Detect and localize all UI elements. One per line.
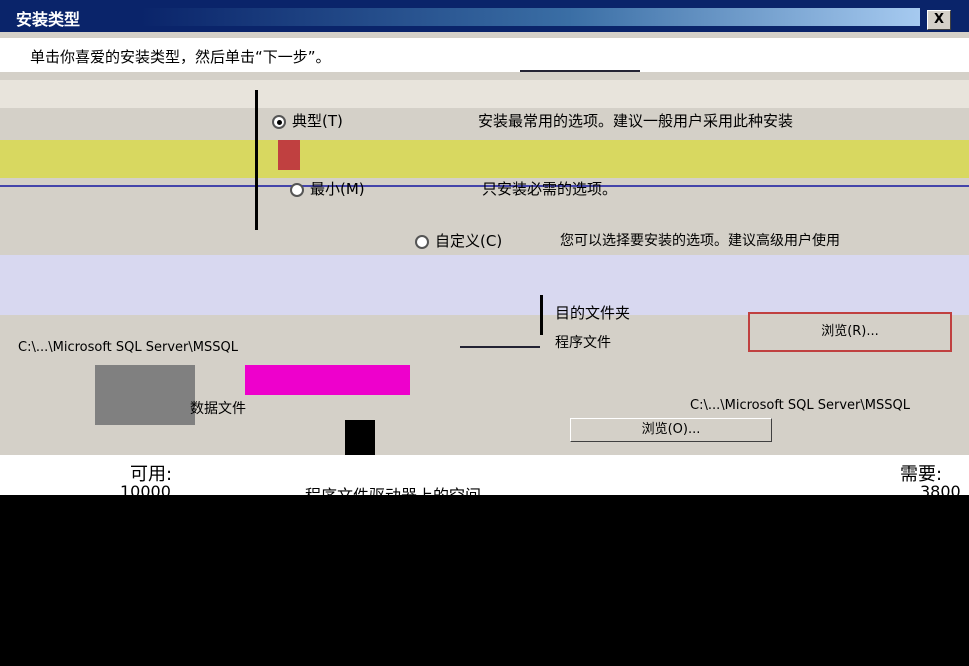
option-custom[interactable]: 自定义(C) [415, 230, 502, 251]
option-custom-desc: 您可以选择要安装的选项。建议高级用户使用 [560, 233, 840, 249]
instruction-text: 单击你喜爱的安装类型，然后单击“下一步”。 [30, 48, 331, 66]
separator [520, 70, 640, 72]
group-border [540, 295, 543, 335]
band [0, 80, 969, 108]
data-files-path: C:\...\Microsoft SQL Server\MSSQL [690, 398, 910, 413]
radio-minimum[interactable] [290, 182, 304, 197]
option-minimum-label: 最小(M) [310, 180, 365, 198]
group-border [255, 90, 258, 230]
accent-block [278, 140, 300, 170]
separator [460, 346, 540, 348]
destination-group-label: 目的文件夹 [555, 304, 631, 322]
radio-custom[interactable] [415, 234, 429, 249]
lavender-band [0, 255, 969, 315]
program-files-label: 程序文件 [555, 335, 611, 351]
data-files-label: 数据文件 [190, 401, 246, 417]
gray-block [95, 365, 195, 425]
option-typical[interactable]: 典型(T) [272, 110, 343, 131]
option-typical-desc: 安装最常用的选项。建议一般用户采用此种安装 [478, 112, 794, 130]
option-typical-label: 典型(T) [292, 112, 343, 130]
dark-block [345, 420, 375, 460]
window-title: 安装类型 [16, 10, 81, 29]
occluded-region [0, 495, 969, 666]
title-bar-gradient [140, 8, 920, 26]
browse-program-button[interactable]: 浏览(R)... [748, 312, 952, 352]
browse-data-button[interactable]: 浏览(O)... [570, 418, 772, 442]
radio-typical[interactable] [272, 114, 286, 129]
option-minimum[interactable]: 最小(M) [290, 178, 365, 199]
option-minimum-desc: 只安装必需的选项。 [482, 180, 618, 198]
highlight-block [245, 365, 410, 395]
program-files-path: C:\...\Microsoft SQL Server\MSSQL [18, 340, 238, 355]
close-button[interactable]: X [927, 10, 951, 30]
olive-band [0, 140, 969, 178]
option-custom-label: 自定义(C) [435, 232, 503, 250]
